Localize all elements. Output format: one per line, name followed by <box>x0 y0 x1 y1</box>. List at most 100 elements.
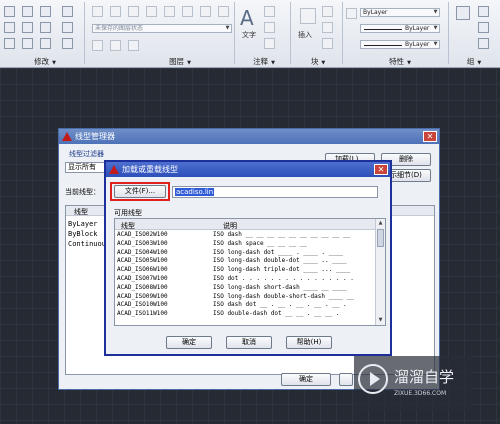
title-bar[interactable]: 线型管理器 ✕ <box>59 129 439 144</box>
trim-icon[interactable] <box>40 6 51 17</box>
table-row[interactable]: ACAD_ISO03W100 ISO dash space __ __ __ __ <box>115 240 377 249</box>
cancel-button[interactable]: 取消 <box>226 336 272 349</box>
layer-lock-icon[interactable] <box>164 6 175 17</box>
group-title-layers[interactable]: 图层 ▼ <box>150 56 210 66</box>
layer-isolate-icon[interactable] <box>128 6 139 17</box>
watermark-brand: 溜溜自学 <box>394 368 455 386</box>
ok-button[interactable]: 确定 <box>166 336 212 349</box>
linetype-description: ISO double-dash dot __ __ . __ __ . <box>213 310 340 318</box>
current-linetype-label: 当前线型： <box>65 188 100 196</box>
load-linetypes-dialog: 加载或重载线型 ✕ 文件(F)... acadiso.lin 可用线型 线型 说… <box>104 160 392 356</box>
group-title-group[interactable]: 组 ▼ <box>456 56 492 66</box>
dialog-title: 线型管理器 <box>75 132 115 141</box>
column-description: 说明 <box>223 222 237 230</box>
lineweight-dropdown[interactable]: ByLayer ▼ <box>360 40 440 49</box>
linetype-description: ISO dash __ __ __ __ __ __ __ __ __ __ <box>213 231 351 238</box>
list-header-linetype: 线型 <box>74 208 88 216</box>
title-bar[interactable]: 加载或重载线型 ✕ <box>106 162 390 177</box>
layer-freeze-icon[interactable] <box>146 6 157 17</box>
linetype-dropdown[interactable]: ByLayer ▼ <box>360 24 440 33</box>
linetype-name: ACAD_ISO02W100 <box>117 231 168 238</box>
group-icon[interactable] <box>456 6 470 20</box>
table-row[interactable]: ACAD_ISO07W100 ISO dot . . . . . . . . . … <box>115 275 377 284</box>
stretch-icon[interactable] <box>4 38 15 49</box>
linetype-description: ISO long-dash dot ____ . ____ . ____ <box>213 248 344 256</box>
insert-block-icon[interactable] <box>300 8 316 24</box>
linetype-preview <box>364 29 402 30</box>
leader-icon[interactable] <box>264 22 275 33</box>
array-icon[interactable] <box>40 38 51 49</box>
text-label[interactable]: 文字 <box>242 30 256 40</box>
layer-match-icon[interactable] <box>200 6 211 17</box>
group-select-icon[interactable] <box>478 38 489 49</box>
ribbon: 修改 ▼ 未保存的图层状态 ▼ 图层 ▼ A 文字 注释 ▼ 插入 块 ▼ ByLayer… <box>0 0 500 68</box>
cancel-button-partial[interactable] <box>339 373 353 386</box>
insert-label[interactable]: 插入 <box>298 30 312 40</box>
group-title-block[interactable]: 块 ▼ <box>296 56 340 66</box>
list-item[interactable]: ByBlock <box>68 230 98 238</box>
help-button[interactable]: 帮助(H) <box>286 336 332 349</box>
ribbon-separator <box>290 2 291 64</box>
close-icon[interactable]: ✕ <box>374 164 388 175</box>
table-row[interactable]: ACAD_ISO06W100 ISO long-dash triple-dot _… <box>115 266 377 275</box>
layer-state-icon[interactable] <box>110 6 121 17</box>
ok-button[interactable]: 确定 <box>281 373 331 386</box>
file-button-highlight: 文件(F)... <box>110 182 170 201</box>
table-row[interactable]: ACAD_ISO02W100 ISO dash __ __ __ __ __ __… <box>115 231 377 240</box>
color-dropdown[interactable]: ByLayer ▼ <box>360 8 440 17</box>
dialog-title: 加载或重载线型 <box>122 165 178 174</box>
ribbon-separator <box>342 2 343 64</box>
ungroup-icon[interactable] <box>478 6 489 17</box>
group-edit-icon[interactable] <box>478 22 489 33</box>
layer-state-dropdown[interactable]: 未保存的图层状态 ▼ <box>92 24 232 33</box>
table-row[interactable]: ACAD_ISO04W100 ISO long-dash dot ____ . _… <box>115 249 377 258</box>
group-title-modify[interactable]: 修改 ▼ <box>20 56 70 66</box>
group-title-properties[interactable]: 特性 ▼ <box>360 56 440 66</box>
text-icon[interactable]: A <box>240 6 254 30</box>
file-button[interactable]: 文件(F)... <box>114 185 166 198</box>
rotate-icon[interactable] <box>22 6 33 17</box>
block-attribute-icon[interactable] <box>322 38 333 49</box>
linetype-description: ISO long-dash double-dot ____ .. ____ <box>213 257 347 265</box>
match-properties-icon[interactable] <box>346 8 357 19</box>
linetype-name: ACAD_ISO05W100 <box>117 257 168 265</box>
list-item[interactable]: ByLayer <box>68 220 98 228</box>
copy-icon[interactable] <box>4 22 15 33</box>
autocad-logo-icon <box>62 132 72 141</box>
scroll-up-icon[interactable]: ▲ <box>376 219 385 228</box>
erase-icon[interactable] <box>62 6 73 17</box>
mirror-icon[interactable] <box>22 22 33 33</box>
file-name-field[interactable]: acadiso.lin <box>172 186 378 198</box>
table-icon[interactable] <box>264 38 275 49</box>
layer-merge-icon[interactable] <box>110 40 121 51</box>
linetype-description: ISO long-dash short-dash ____ __ ____ <box>213 283 347 291</box>
table-row[interactable]: ACAD_ISO10W100 ISO dash dot __ . __ . __ … <box>115 301 377 310</box>
edit-block-icon[interactable] <box>322 22 333 33</box>
vertical-scrollbar[interactable]: ▲ ▼ <box>375 219 385 325</box>
layer-off-icon[interactable] <box>182 6 193 17</box>
explode-icon[interactable] <box>62 22 73 33</box>
scroll-thumb[interactable] <box>377 229 384 247</box>
close-icon[interactable]: ✕ <box>423 131 437 142</box>
dimension-icon[interactable] <box>264 6 275 17</box>
layer-properties-icon[interactable] <box>92 6 103 17</box>
autocad-logo-icon <box>109 165 119 174</box>
fillet-icon[interactable] <box>40 22 51 33</box>
layer-previous-icon[interactable] <box>218 6 229 17</box>
linetype-name: ACAD_ISO08W100 <box>117 283 168 291</box>
table-row[interactable]: ACAD_ISO08W100 ISO long-dash short-dash _… <box>115 284 377 293</box>
table-row[interactable]: ACAD_ISO09W100 ISO long-dash double-short… <box>115 293 377 302</box>
move-icon[interactable] <box>4 6 15 17</box>
layer-delete-icon[interactable] <box>128 40 139 51</box>
scale-icon[interactable] <box>22 38 33 49</box>
group-title-annotation[interactable]: 注释 ▼ <box>236 56 292 66</box>
linetype-description: ISO dot . . . . . . . . . . . . . . . . <box>213 275 354 282</box>
scroll-down-icon[interactable]: ▼ <box>376 316 385 325</box>
available-linetypes-table[interactable]: 线型 说明 ACAD_ISO02W100 ISO dash __ __ __ __… <box>114 218 386 326</box>
offset-icon[interactable] <box>62 38 73 49</box>
linetype-description: ISO long-dash double-short-dash ____ __ <box>213 292 354 300</box>
create-block-icon[interactable] <box>322 6 333 17</box>
table-row[interactable]: ACAD_ISO05W100 ISO long-dash double-dot _… <box>115 257 377 266</box>
layer-walk-icon[interactable] <box>92 40 103 51</box>
table-row[interactable]: ACAD_ISO11W100 ISO double-dash dot __ __ … <box>115 310 377 319</box>
